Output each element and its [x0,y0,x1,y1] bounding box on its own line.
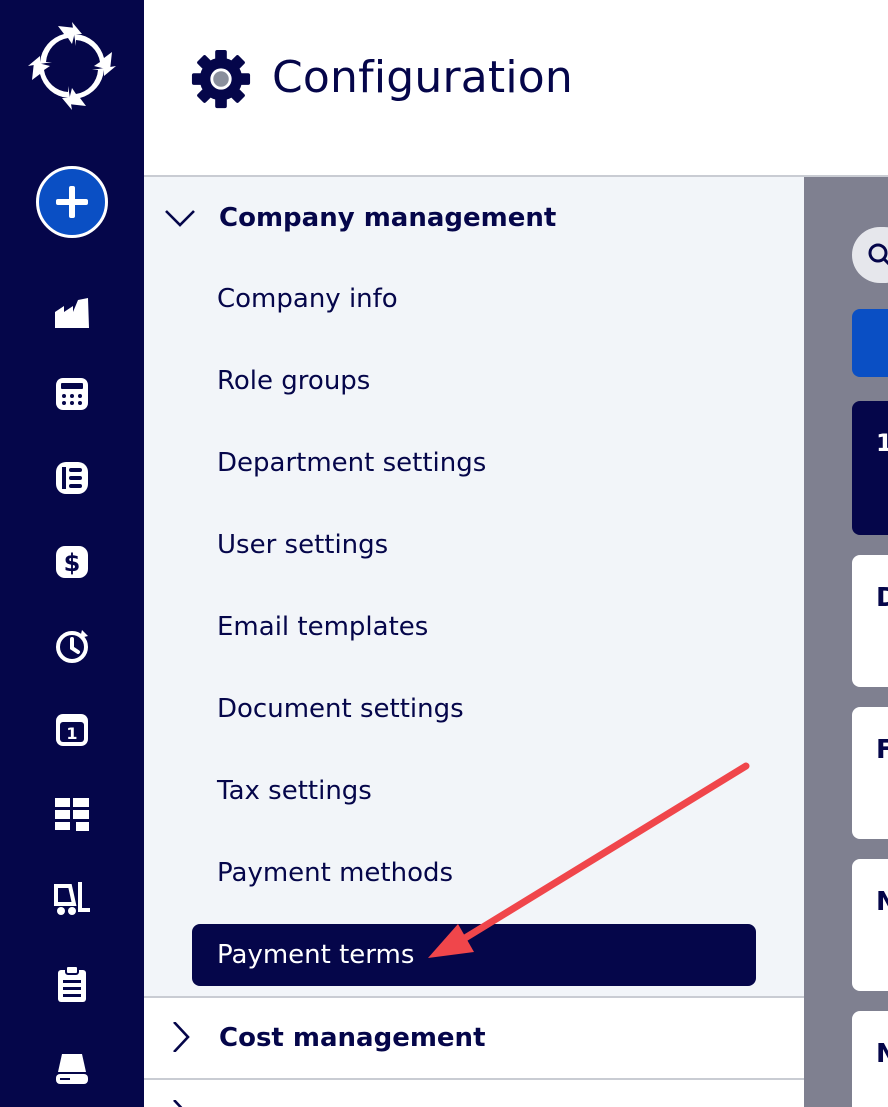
chevron-right-icon [173,1100,183,1107]
chevron-right-icon [173,1022,190,1052]
dollar-icon: $ [56,546,88,578]
left-nav-rail: $ 1 [0,0,144,1107]
section-label: Company management [219,203,557,233]
app-root: $ 1 Configuration Company management Com… [0,0,888,1107]
menu-item-document-settings[interactable]: Document settings [192,678,756,740]
primary-action-button[interactable] [852,309,888,377]
config-card[interactable]: N [852,859,888,991]
section-next[interactable] [144,1080,804,1107]
factory-icon [55,298,89,328]
section-company-management[interactable]: Company management [144,177,804,259]
gear-icon [191,49,251,109]
menu-item-payment-terms[interactable]: Payment terms [192,924,756,986]
menu-item-tax-settings[interactable]: Tax settings [192,760,756,822]
config-card[interactable]: D [852,555,888,687]
section-cost-management[interactable]: Cost management [144,998,804,1078]
forklift-icon [54,882,90,915]
nav-grid[interactable] [50,792,94,836]
nav-reports[interactable] [50,962,94,1006]
config-card[interactable]: N [852,1011,888,1107]
menu-item-payment-methods[interactable]: Payment methods [192,842,756,904]
config-card[interactable]: F [852,707,888,839]
menu-item-email-templates[interactable]: Email templates [192,596,756,658]
menu-item-user-settings[interactable]: User settings [192,514,756,576]
config-menu: Company management Company info Role gro… [144,177,804,1107]
page-header: Configuration [144,0,888,177]
calculator-icon [56,378,88,410]
menu-item-company-info[interactable]: Company info [192,268,756,330]
nav-stamp[interactable] [50,1046,94,1090]
calendar-icon: 1 [56,714,88,746]
chevron-down-icon [165,210,195,227]
menu-item-department-settings[interactable]: Department settings [192,432,756,494]
clipboard-icon [58,965,86,1002]
summary-card[interactable]: 1 [852,401,888,535]
section-label: Cost management [219,1023,486,1053]
search-icon [868,243,888,266]
ledger-icon [56,462,88,494]
menu-item-role-groups[interactable]: Role groups [192,350,756,412]
nav-calendar[interactable]: 1 [50,708,94,752]
grid-icon [55,798,89,831]
search-field[interactable] [852,227,888,283]
nav-calculator[interactable] [50,372,94,416]
svg-text:1: 1 [66,724,77,743]
add-new-button[interactable] [36,166,108,238]
plus-icon [56,186,88,218]
nav-factory[interactable] [50,290,94,334]
nav-finance[interactable]: $ [50,540,94,584]
nav-warehouse[interactable] [50,876,94,920]
clock-history-icon [56,630,88,663]
svg-text:$: $ [64,549,81,577]
stamp-icon [56,1054,88,1084]
nav-ledger[interactable] [50,456,94,500]
nav-time[interactable] [50,624,94,668]
page-title: Configuration [272,52,573,103]
refresh-cycle-logo[interactable] [24,18,120,114]
main-content: 1 D F N N [804,177,888,1107]
